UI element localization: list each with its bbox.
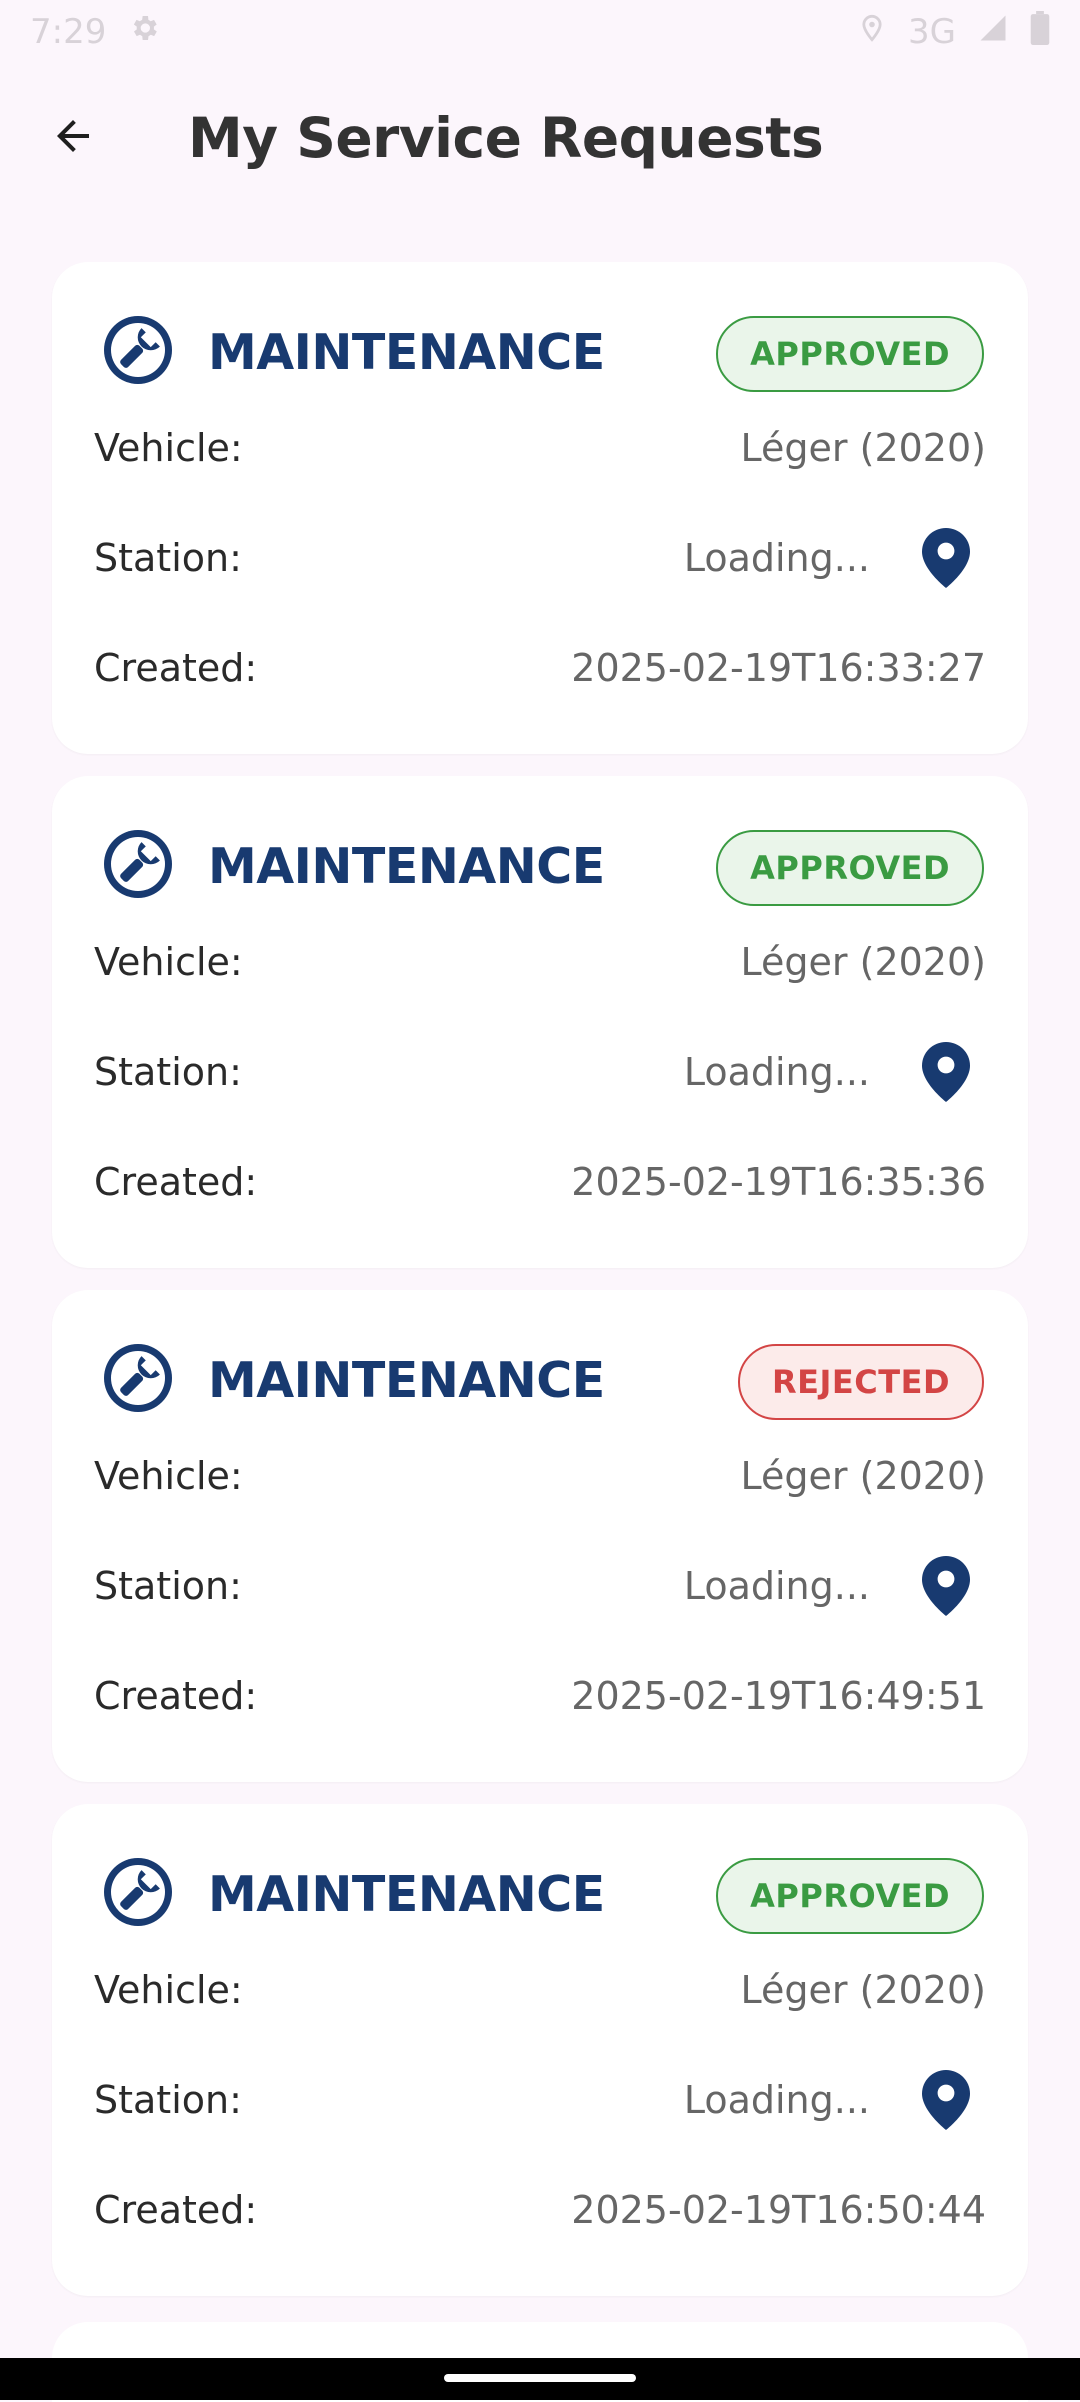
card-header: MAINTENANCE APPROVED <box>100 822 984 914</box>
location-pin-icon[interactable] <box>922 2070 970 2130</box>
station-label: Station: <box>94 1564 242 1608</box>
card-header: MAINTENANCE REJECTED <box>100 1336 984 1428</box>
vehicle-label: Vehicle: <box>94 940 243 984</box>
created-value: 2025-02-19T16:50:44 <box>571 2188 986 2232</box>
created-label: Created: <box>94 1674 258 1718</box>
station-row: Station: Loading... <box>94 528 986 588</box>
location-pin-icon[interactable] <box>922 528 970 588</box>
station-value: Loading... <box>683 1050 870 1094</box>
location-pin-icon[interactable] <box>922 1042 970 1102</box>
app-bar: My Service Requests <box>0 80 1080 192</box>
created-label: Created: <box>94 1160 258 1204</box>
status-badge: APPROVED <box>716 1858 984 1934</box>
service-request-card[interactable]: MAINTENANCE APPROVED Vehicle: Léger (202… <box>52 1804 1028 2296</box>
location-icon <box>858 12 886 53</box>
status-bar: 7:29 3G <box>0 0 1080 64</box>
status-badge: APPROVED <box>716 830 984 906</box>
vehicle-label: Vehicle: <box>94 426 243 470</box>
vehicle-row: Vehicle: Léger (2020) <box>94 932 986 992</box>
location-pin-icon[interactable] <box>922 1556 970 1616</box>
back-button[interactable] <box>38 106 108 166</box>
wrench-icon <box>104 316 172 384</box>
station-row: Station: Loading... <box>94 1042 986 1102</box>
gear-icon <box>128 12 160 53</box>
arrow-left-icon <box>57 120 89 152</box>
status-badge: APPROVED <box>716 316 984 392</box>
vehicle-row: Vehicle: Léger (2020) <box>94 1960 986 2020</box>
network-type: 3G <box>908 12 956 52</box>
service-request-list: MAINTENANCE APPROVED Vehicle: Léger (202… <box>52 262 1028 2318</box>
request-category: MAINTENANCE <box>208 1352 605 1409</box>
station-label: Station: <box>94 536 242 580</box>
request-category: MAINTENANCE <box>208 324 605 381</box>
created-row: Created: 2025-02-19T16:33:27 <box>94 638 986 698</box>
request-category: MAINTENANCE <box>208 838 605 895</box>
vehicle-row: Vehicle: Léger (2020) <box>94 418 986 478</box>
vehicle-value: Léger (2020) <box>740 1968 986 2012</box>
created-value: 2025-02-19T16:33:27 <box>571 646 986 690</box>
page-title: My Service Requests <box>188 106 824 170</box>
wrench-icon <box>104 830 172 898</box>
vehicle-value: Léger (2020) <box>740 940 986 984</box>
card-header: MAINTENANCE APPROVED <box>100 1850 984 1942</box>
station-row: Station: Loading... <box>94 1556 986 1616</box>
vehicle-row: Vehicle: Léger (2020) <box>94 1446 986 1506</box>
station-value: Loading... <box>683 1564 870 1608</box>
station-value: Loading... <box>683 2078 870 2122</box>
wrench-icon <box>104 1858 172 1926</box>
signal-icon <box>978 12 1008 52</box>
vehicle-value: Léger (2020) <box>740 426 986 470</box>
system-navigation-bar <box>0 2358 1080 2400</box>
status-badge: REJECTED <box>738 1344 984 1420</box>
wrench-icon <box>104 1344 172 1412</box>
station-row: Station: Loading... <box>94 2070 986 2130</box>
vehicle-value: Léger (2020) <box>740 1454 986 1498</box>
vehicle-label: Vehicle: <box>94 1454 243 1498</box>
created-value: 2025-02-19T16:49:51 <box>571 1674 986 1718</box>
station-value: Loading... <box>683 536 870 580</box>
card-header: MAINTENANCE APPROVED <box>100 308 984 400</box>
created-row: Created: 2025-02-19T16:35:36 <box>94 1152 986 1212</box>
battery-icon <box>1030 10 1050 54</box>
created-row: Created: 2025-02-19T16:49:51 <box>94 1666 986 1726</box>
station-label: Station: <box>94 2078 242 2122</box>
created-label: Created: <box>94 2188 258 2232</box>
home-indicator[interactable] <box>444 2374 636 2382</box>
created-row: Created: 2025-02-19T16:50:44 <box>94 2180 986 2240</box>
service-request-card[interactable]: MAINTENANCE APPROVED Vehicle: Léger (202… <box>52 262 1028 754</box>
request-category: MAINTENANCE <box>208 1866 605 1923</box>
vehicle-label: Vehicle: <box>94 1968 243 2012</box>
service-request-card[interactable]: MAINTENANCE APPROVED Vehicle: Léger (202… <box>52 776 1028 1268</box>
station-label: Station: <box>94 1050 242 1094</box>
status-time: 7:29 <box>30 12 107 52</box>
created-value: 2025-02-19T16:35:36 <box>571 1160 986 1204</box>
created-label: Created: <box>94 646 258 690</box>
service-request-card[interactable]: MAINTENANCE REJECTED Vehicle: Léger (202… <box>52 1290 1028 1782</box>
